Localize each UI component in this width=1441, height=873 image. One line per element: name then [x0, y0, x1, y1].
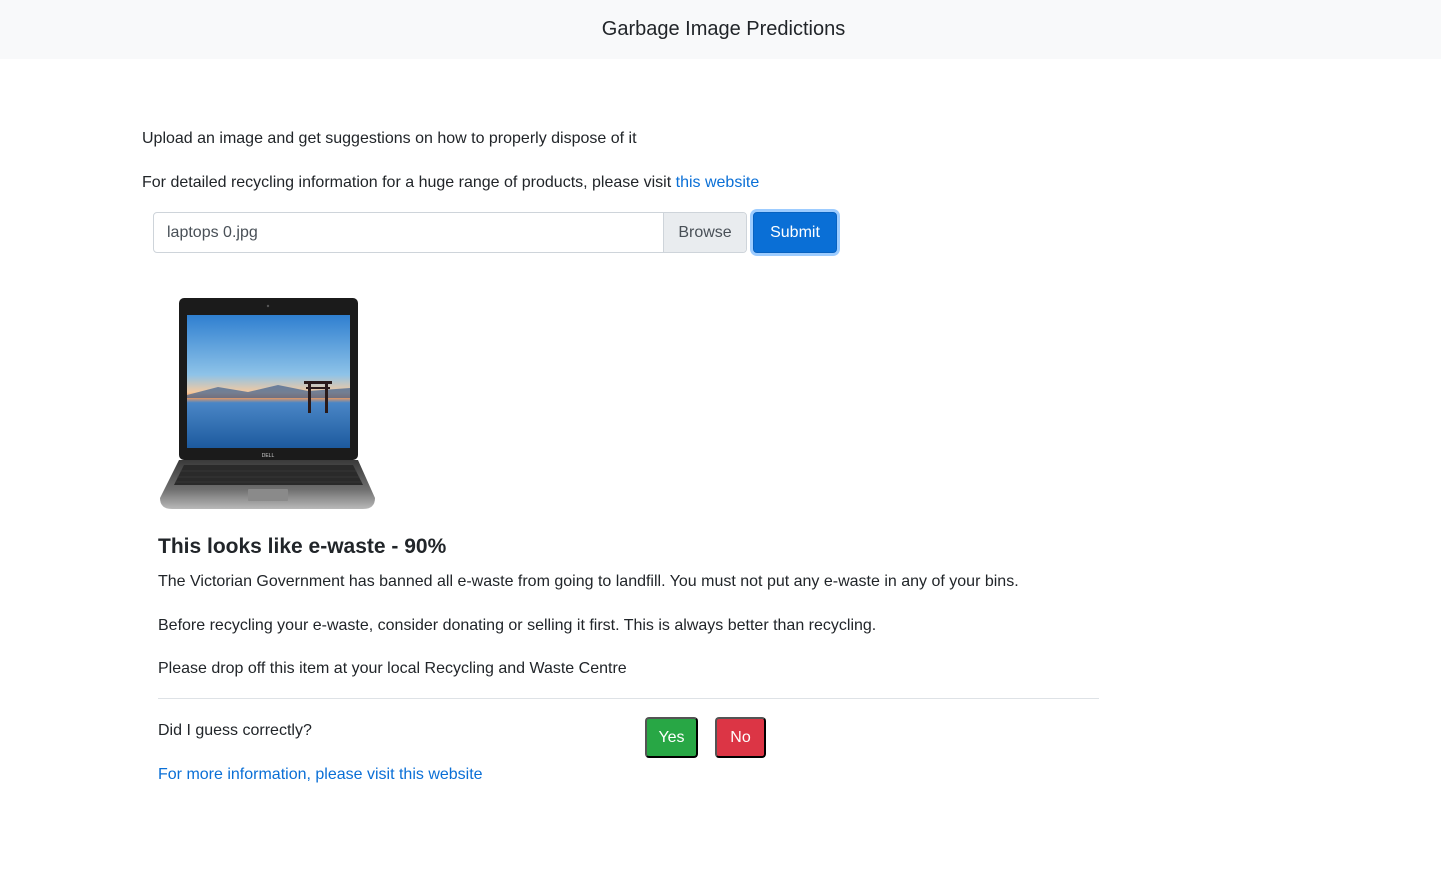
- landfill-notice: The Victorian Government has banned all …: [158, 573, 1019, 590]
- upload-form: laptops 0.jpg Browse Submit: [153, 212, 837, 253]
- divider: [158, 698, 1099, 699]
- laptop-image: DELL: [160, 298, 375, 509]
- recycling-info-prefix: For detailed recycling information for a…: [142, 174, 676, 191]
- submit-button[interactable]: Submit: [753, 212, 837, 253]
- yes-button[interactable]: Yes: [645, 717, 698, 758]
- browse-button[interactable]: Browse: [663, 213, 746, 252]
- donation-suggestion: Before recycling your e-waste, consider …: [158, 617, 877, 634]
- file-input[interactable]: laptops 0.jpg Browse: [153, 212, 747, 253]
- recycling-info-text: For detailed recycling information for a…: [142, 173, 759, 193]
- drop-off-instruction: Please drop off this item at your local …: [158, 660, 627, 677]
- navbar: Garbage Image Predictions: [0, 0, 1441, 59]
- page-title: Garbage Image Predictions: [601, 18, 846, 40]
- intro-text: Upload an image and get suggestions on h…: [142, 130, 637, 147]
- file-name-label: laptops 0.jpg: [167, 223, 258, 241]
- prediction-title: This looks like e-waste - 90%: [158, 535, 447, 558]
- no-button[interactable]: No: [715, 717, 766, 758]
- this-website-link[interactable]: this website: [676, 174, 760, 191]
- brand-logo: DELL: [262, 453, 275, 459]
- feedback-question: Did I guess correctly?: [158, 722, 312, 739]
- more-info-link[interactable]: For more information, please visit this …: [158, 765, 483, 785]
